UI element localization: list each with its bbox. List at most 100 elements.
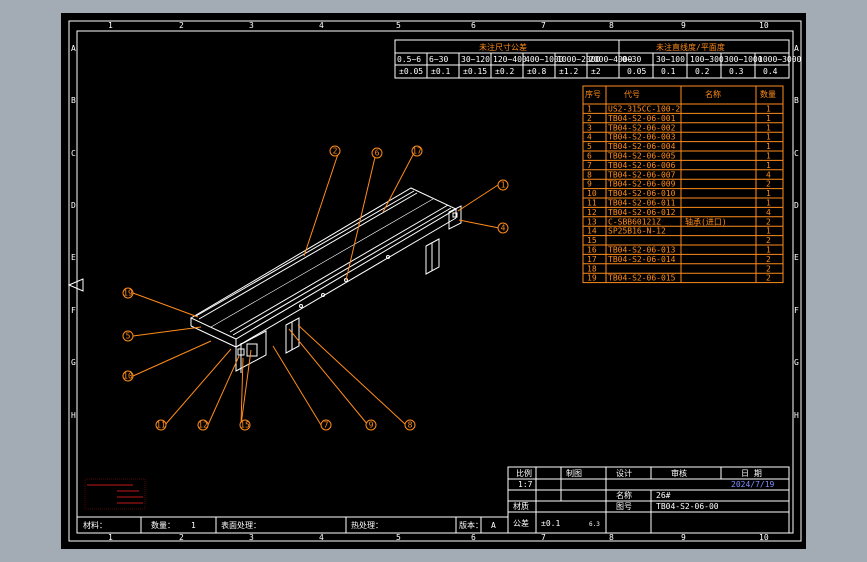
- bom-row: 6 TB04-S2-06-005 1: [587, 152, 771, 161]
- balloon: 12: [197, 419, 209, 431]
- bom-qty: 4: [766, 170, 771, 179]
- balloon: 2: [329, 145, 341, 157]
- balloon-number: 15: [240, 421, 250, 430]
- row-letter-left: B: [71, 96, 76, 105]
- bom-qty: 1: [766, 133, 771, 142]
- bom-row: 11 TB04-S2-06-011 1: [587, 199, 771, 208]
- bom-row: 15 2: [587, 236, 771, 245]
- balloon: 15: [239, 419, 251, 431]
- row-letter-left: C: [71, 149, 76, 158]
- code-value: TB04-S2-06-00: [656, 502, 719, 511]
- balloon-number: 9: [369, 421, 374, 430]
- bom-no: 7: [587, 161, 592, 170]
- tolerance-value: ±0.1: [541, 519, 560, 528]
- balloon-number: 11: [156, 421, 166, 430]
- hdr-scale: 比例: [516, 468, 532, 478]
- bom-header: 名称: [705, 89, 721, 99]
- row-letter-right: B: [794, 96, 799, 105]
- tol-value-right: 0.3: [729, 67, 744, 76]
- col-number-bottom: 8: [609, 533, 614, 542]
- hdr-date: 日 期: [741, 469, 762, 478]
- row-letter-left: G: [71, 358, 76, 367]
- bom-qty: 2: [766, 236, 771, 245]
- bom-no: 18: [587, 264, 597, 273]
- col-number-top: 2: [179, 21, 184, 30]
- tolerance-table: 0.5~6 ±0.05 6~30 ±0.1 30~120 ±0.15 120~400 ±0.2…: [394, 39, 802, 79]
- hdr-code: 图号: [616, 502, 632, 511]
- hdr-material: 材质: [513, 501, 529, 511]
- balloon: 17: [411, 145, 423, 157]
- bom-code: TB04-S2-06-007: [608, 170, 676, 179]
- drawing-sheet: 1 2 3 4 5 6 7 8 9 10 1 2 3 4 5 6 7 8 9 10 ABCDEFGH ABCDEFG…: [61, 13, 806, 549]
- balloon: 19: [122, 287, 134, 299]
- tol-value-left: ±0.2: [495, 67, 514, 76]
- bom-qty: 1: [766, 114, 771, 123]
- balloon-number: 5: [126, 332, 131, 341]
- tol-value-right: 0.1: [661, 67, 676, 76]
- col-number-top: 5: [396, 21, 401, 30]
- bom-qty: 1: [766, 189, 771, 198]
- qty-value: 1: [191, 521, 196, 530]
- bom-qty: 1: [766, 246, 771, 255]
- bom-no: 10: [587, 189, 597, 198]
- bom-header: 序号: [585, 89, 601, 99]
- col-number-bottom: 2: [179, 533, 184, 542]
- tol-range-right: 100~300: [690, 55, 724, 64]
- scale-value: 1:7: [518, 480, 533, 489]
- leader-lines: [132, 150, 500, 426]
- balloon: 10: [122, 370, 134, 382]
- bom-row: 2 TB04-S2-06-001 1: [587, 114, 771, 123]
- bom-code: TB04-S2-06-011: [608, 199, 676, 208]
- bom-row: 10 TB04-S2-06-010 1: [587, 189, 771, 198]
- balloon-number: 2: [333, 147, 338, 156]
- bom-code: TB04-S2-06-002: [608, 123, 676, 132]
- row-letter-right: C: [794, 149, 799, 158]
- title-block: 比例 制图 设计 审核 日 期 1:7 2024/7/19 名称 26# 材质 …: [77, 466, 790, 534]
- col-number-top: 8: [609, 21, 614, 30]
- hdr-material2: 材料：: [83, 520, 107, 530]
- row-letter-right: H: [794, 411, 799, 420]
- col-number-top: 4: [319, 21, 324, 30]
- bom-qty: 1: [766, 199, 771, 208]
- col-number-bottom: 3: [249, 533, 254, 542]
- col-number-bottom: 10: [759, 533, 769, 542]
- bom-no: 19: [587, 274, 597, 283]
- hdr-name: 名称: [616, 490, 632, 500]
- col-number-bottom: 5: [396, 533, 401, 542]
- bom-qty: 1: [766, 227, 771, 236]
- bom-no: 2: [587, 114, 592, 123]
- balloon: 8: [404, 419, 416, 431]
- rev-value: A: [491, 521, 496, 530]
- bom-code: TB04-S2-06-014: [608, 255, 676, 264]
- row-letter-left: F: [71, 306, 76, 315]
- balloon-number: 12: [198, 421, 208, 430]
- bom-qty: 2: [766, 274, 771, 283]
- bom-qty: 4: [766, 208, 771, 217]
- bom-no: 12: [587, 208, 597, 217]
- bom-no: 16: [587, 246, 597, 255]
- row-letter-right: G: [794, 358, 799, 367]
- bom-qty: 1: [766, 152, 771, 161]
- balloon-callouts: 124567 891011 12 151719: [122, 145, 509, 431]
- bom-qty: 2: [766, 264, 771, 273]
- bom-no: 14: [587, 227, 597, 236]
- bom-qty: 2: [766, 180, 771, 189]
- bom-row: 12 TB04-S2-06-012 4: [587, 208, 771, 217]
- col-number-bottom: 7: [541, 533, 546, 542]
- bom-row: 5 TB04-S2-06-004 1: [587, 142, 771, 151]
- bom-row: 13 C-SBB60121Z 轴承(进口) 2: [587, 216, 771, 226]
- bom-header: 代号: [624, 89, 640, 99]
- bom-no: 13: [587, 217, 597, 226]
- tol-range-left: 120~400: [493, 55, 527, 64]
- bom-qty: 1: [766, 142, 771, 151]
- tol-value-left: ±0.15: [463, 67, 487, 76]
- bom-row: 19 TB04-S2-06-015 2: [587, 274, 771, 283]
- bom-row: 14 SP25B16-N-12 1: [587, 227, 771, 236]
- tolerance-title-left: 未注尺寸公差: [479, 42, 527, 52]
- bom-row: 9 TB04-S2-06-009 2: [587, 180, 771, 189]
- row-letter-right: D: [794, 201, 799, 210]
- balloon-number: 7: [324, 421, 329, 430]
- bom-no: 6: [587, 152, 592, 161]
- bom-no: 8: [587, 170, 592, 179]
- row-letter-right: E: [794, 253, 799, 262]
